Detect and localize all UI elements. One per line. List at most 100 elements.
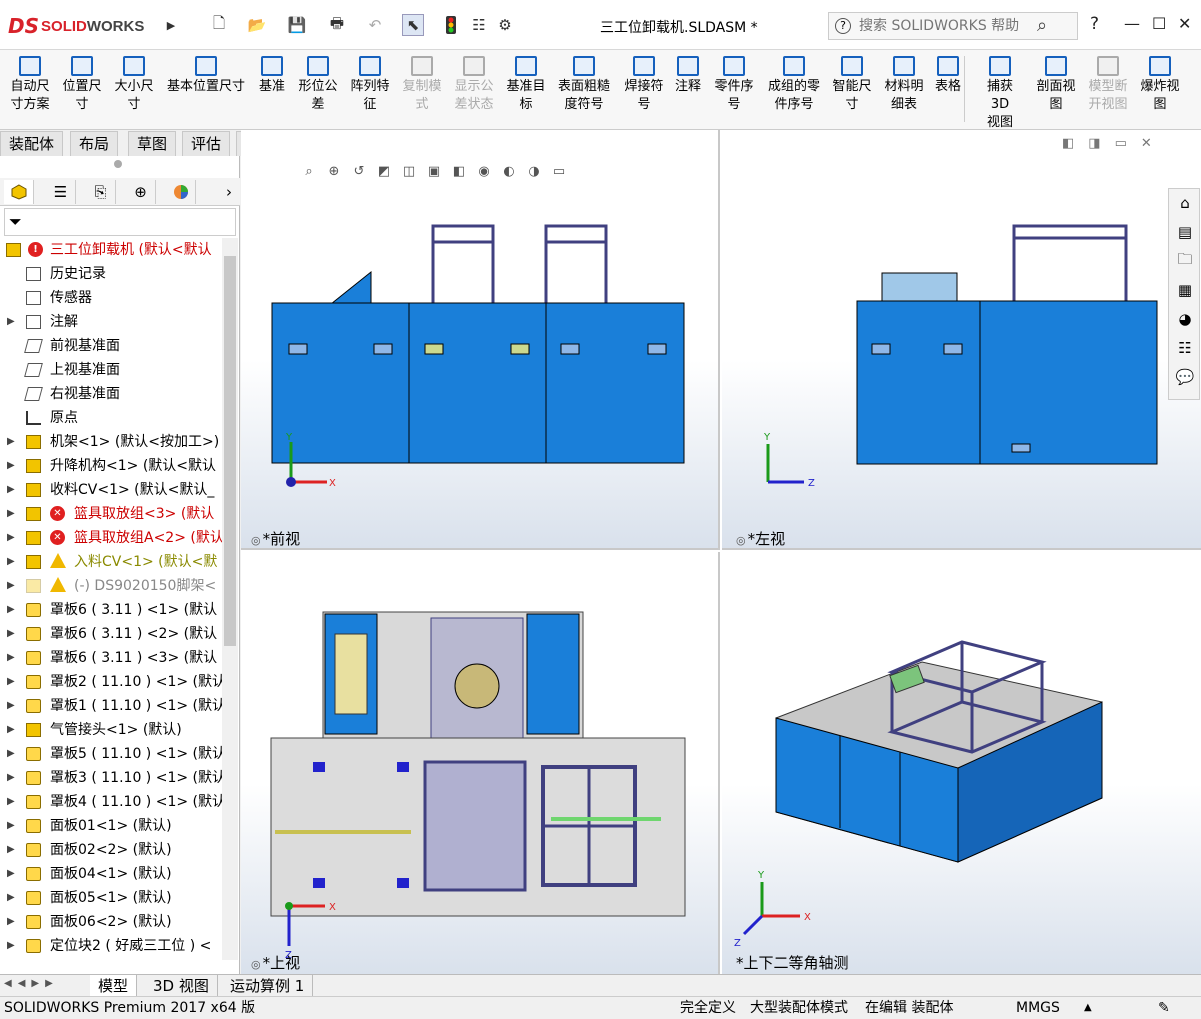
tree-item[interactable]: ▶ 注解 (0, 310, 222, 334)
tab-model[interactable]: 模型 (90, 975, 138, 997)
filter-funnel-icon[interactable]: ⏷ (9, 212, 22, 231)
edit-appearance-icon[interactable]: ◐ (498, 160, 520, 182)
tree-item[interactable]: 右视基准面 (0, 382, 222, 406)
rebuild-traffic-light-icon[interactable] (440, 14, 462, 36)
tree-scrollbar-thumb[interactable] (224, 256, 236, 646)
units-menu-arrow-icon[interactable]: ▲ (1084, 997, 1092, 1019)
view-orientation-icon[interactable]: ▣ (423, 160, 445, 182)
search-magnifier-icon[interactable]: ⌕ (1037, 15, 1047, 36)
stacked-balloon-button[interactable]: 成组的零 件序号 (766, 56, 822, 114)
pattern-feature-button[interactable]: 阵列特征 (346, 56, 394, 114)
bill-of-materials-button[interactable]: 材料明 细表 (880, 56, 928, 114)
tab-3d-views[interactable]: 3D 视图 (145, 975, 218, 997)
expand-arrow-icon[interactable]: ▶ (7, 766, 15, 790)
viewport-top[interactable]: X Z ◎ *上视 (241, 552, 720, 974)
copy-scheme-button[interactable]: 复制模式 (398, 56, 446, 114)
smart-dimension-button[interactable]: 智能尺寸 (828, 56, 876, 114)
tree-item[interactable]: ▶ 机架<1> (默认<按加工>) (0, 430, 222, 454)
tree-item[interactable]: ▶ 升降机构<1> (默认<默认 (0, 454, 222, 478)
viewport-window-controls[interactable]: ◧◨▭✕ (1062, 136, 1166, 151)
tab-evaluate[interactable]: 评估 (182, 131, 231, 156)
tab-scroll-arrows-icon[interactable]: ◀◀▶▶ (4, 978, 59, 989)
tree-item[interactable]: ▶ 面板05<1> (默认) (0, 886, 222, 910)
datum-button[interactable]: 基准 (248, 56, 296, 96)
tree-item[interactable]: ▶ 罩板4 ( 11.10 ) <1> (默认 (0, 790, 222, 814)
tree-item[interactable]: 传感器 (0, 286, 222, 310)
expand-arrow-icon[interactable]: ▶ (7, 502, 15, 526)
expand-arrow-icon[interactable]: ▶ (7, 430, 15, 454)
help-menu-button[interactable]: ? (1090, 14, 1099, 34)
tree-item[interactable]: ▶ 罩板1 ( 11.10 ) <1> (默认 (0, 694, 222, 718)
view-settings-icon[interactable]: ▭ (548, 160, 570, 182)
configuration-manager-tab-icon[interactable]: ⎘ (86, 180, 116, 204)
expand-arrow-icon[interactable]: ▶ (7, 694, 15, 718)
basic-location-dimension-button[interactable]: 基本位置尺寸 (160, 56, 252, 96)
broken-out-view-button[interactable]: 模型断 开视图 (1084, 56, 1132, 114)
balloon-button[interactable]: 零件序号 (710, 56, 758, 114)
open-document-icon[interactable]: 📂 (246, 14, 268, 36)
tree-item[interactable]: ▶ 罩板5 ( 11.10 ) <1> (默认 (0, 742, 222, 766)
previous-view-icon[interactable]: ↺ (348, 160, 370, 182)
tree-item[interactable]: ▶ ✕ 篮具取放组<3> (默认 (0, 502, 222, 526)
tree-item[interactable]: 上视基准面 (0, 358, 222, 382)
dynamic-annotation-icon[interactable]: ◫ (398, 160, 420, 182)
zoom-to-fit-icon[interactable]: ⌕ (298, 160, 320, 182)
tab-layout[interactable]: 布局 (70, 131, 119, 156)
tree-item[interactable]: 历史记录 (0, 262, 222, 286)
tree-item[interactable]: ▶ 定位块2 ( 好威三工位 ) < (0, 934, 222, 958)
surface-finish-button[interactable]: 表面粗糙 度符号 (556, 56, 612, 114)
graphics-area[interactable]: Y X ◎ *前视 Y Z ◎ *左视 ◧◨▭✕ X Z ◎ *上视 Y X Z… (241, 130, 1201, 974)
dimxpert-tab-icon[interactable]: ⊕ (126, 180, 156, 204)
auto-dimension-scheme-button[interactable]: 自动尺 寸方案 (6, 56, 54, 114)
expand-arrow-icon[interactable]: ▶ (7, 814, 15, 838)
tree-item[interactable]: ▶ 面板06<2> (默认) (0, 910, 222, 934)
expand-arrow-icon[interactable]: ▶ (7, 526, 15, 550)
expand-arrow-icon[interactable]: ▶ (7, 670, 15, 694)
capture-3d-view-button[interactable]: 捕获 3D 视图 (976, 56, 1024, 132)
tree-item[interactable]: ▶ 收料CV<1> (默认<默认_ (0, 478, 222, 502)
panel-tabs-more-icon[interactable]: › (214, 180, 244, 204)
expand-arrow-icon[interactable]: ▶ (7, 574, 15, 598)
expand-arrow-icon[interactable]: ▶ (7, 478, 15, 502)
tree-item[interactable]: ▶ ✕ 篮具取放组A<2> (默认 (0, 526, 222, 550)
note-button[interactable]: 注释 (664, 56, 712, 96)
section-view-button[interactable]: 剖面视图 (1032, 56, 1080, 114)
tree-item[interactable]: ▶ 入料CV<1> (默认<默 (0, 550, 222, 574)
tab-sketch[interactable]: 草图 (128, 131, 177, 156)
viewport-front[interactable]: Y X ◎ *前视 (241, 130, 720, 550)
select-arrow-icon[interactable]: ⬉ (402, 14, 424, 36)
show-tolerance-status-button[interactable]: 显示公 差状态 (450, 56, 498, 114)
custom-properties-icon[interactable]: ☷ (1173, 336, 1197, 360)
tree-item[interactable]: ▶ 罩板6 ( 3.11 ) <3> (默认 (0, 646, 222, 670)
tree-item[interactable]: ▶ 气管接头<1> (默认) (0, 718, 222, 742)
status-tool-icon[interactable]: ✎ (1158, 997, 1170, 1019)
tree-item[interactable]: ▶ 面板01<1> (默认) (0, 814, 222, 838)
display-manager-tab-icon[interactable] (166, 180, 196, 204)
tab-motion-study-1[interactable]: 运动算例 1 (222, 975, 314, 997)
tree-item[interactable]: ▶ 罩板6 ( 3.11 ) <2> (默认 (0, 622, 222, 646)
hide-show-items-icon[interactable]: ◉ (473, 160, 495, 182)
file-properties-icon[interactable]: ☷ (468, 14, 490, 36)
minimize-icon[interactable]: — (1124, 14, 1140, 33)
tree-item[interactable]: 前视基准面 (0, 334, 222, 358)
file-explorer-icon[interactable]: 🗀 (1173, 249, 1197, 273)
design-library-icon[interactable]: ▤ (1173, 220, 1197, 244)
tree-item[interactable]: ▶ 罩板2 ( 11.10 ) <1> (默认 (0, 670, 222, 694)
weld-symbol-button[interactable]: 焊接符号 (620, 56, 668, 114)
solidworks-resources-icon[interactable]: ⌂ (1173, 191, 1197, 215)
view-palette-icon[interactable]: ▦ (1173, 278, 1197, 302)
tab-assembly[interactable]: 装配体 (0, 131, 64, 156)
tree-root[interactable]: !三工位卸载机 (默认<默认∧ (0, 238, 222, 262)
datum-target-button[interactable]: 基准目标 (502, 56, 550, 114)
expand-arrow-icon[interactable]: ▶ (7, 886, 15, 910)
property-manager-tab-icon[interactable]: ☰ (46, 180, 76, 204)
maximize-icon[interactable]: ☐ (1152, 14, 1166, 33)
expand-arrow-icon[interactable]: ▶ (7, 646, 15, 670)
tree-item[interactable]: ▶ 面板04<1> (默认) (0, 862, 222, 886)
print-icon[interactable]: 🖶 (326, 14, 348, 36)
viewport-left[interactable]: Y Z ◎ *左视 ◧◨▭✕ (722, 130, 1201, 550)
expand-arrow-icon[interactable]: ▶ (7, 598, 15, 622)
tree-item[interactable]: ▶ (-) DS9020150脚架< (0, 574, 222, 598)
appearances-scenes-icon[interactable]: ◕ (1173, 307, 1197, 331)
display-style-icon[interactable]: ◧ (448, 160, 470, 182)
